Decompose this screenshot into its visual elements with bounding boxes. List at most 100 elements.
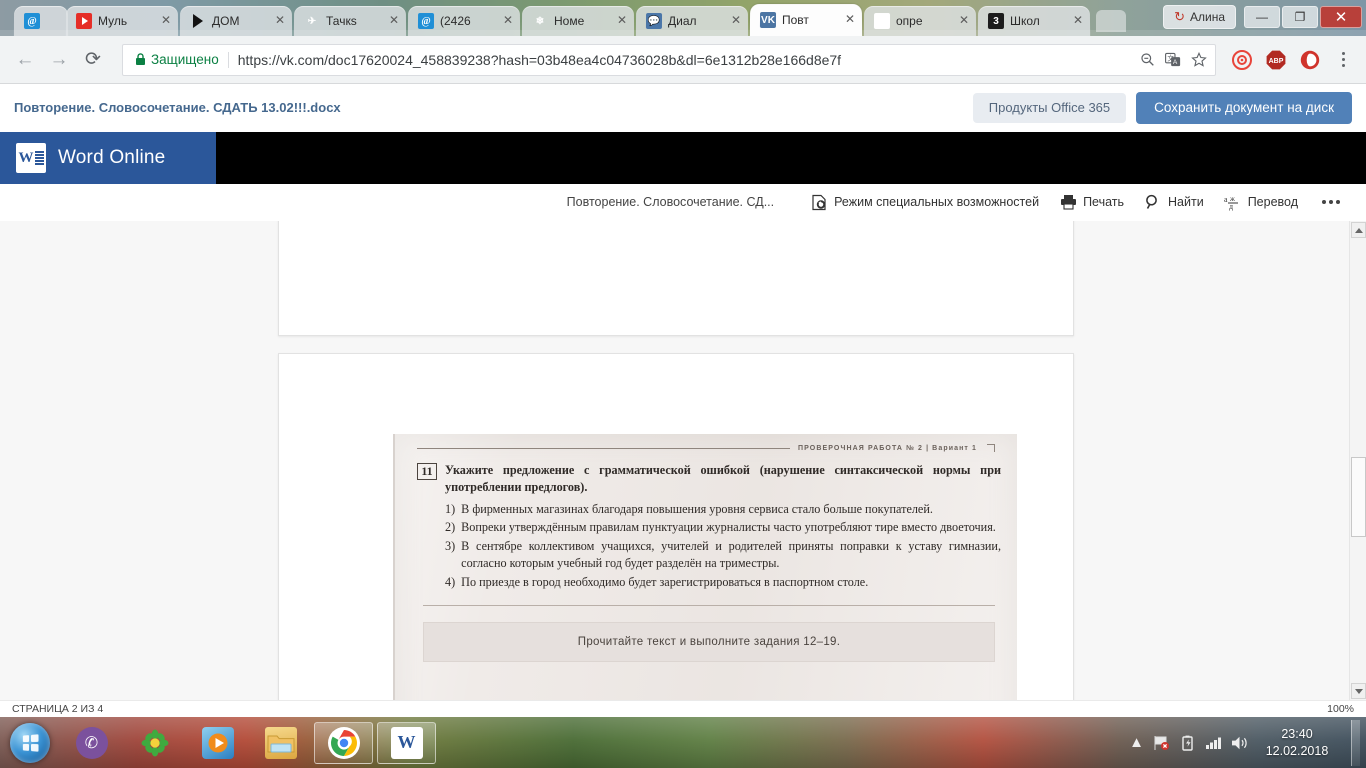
translate-button[interactable]: aжд Перевод [1214,187,1308,217]
accessibility-mode-button[interactable]: Режим специальных возможностей [800,187,1049,217]
tab-close-icon[interactable]: ✕ [614,13,630,29]
find-button[interactable]: Найти [1134,187,1214,217]
tab-item-6-active[interactable]: VK Повт ✕ [749,4,863,36]
back-icon[interactable]: ← [10,45,40,75]
scrollbar-thumb[interactable] [1351,457,1366,537]
option-text: По приезде в город необходимо будет заре… [461,574,869,589]
tab-title: (2426 [439,14,471,29]
network-flag-icon[interactable] [1153,735,1171,751]
minimize-button[interactable]: — [1244,6,1280,28]
tab-close-icon[interactable]: ✕ [500,13,516,29]
scroll-down-icon[interactable] [1351,683,1366,699]
omnibox-separator [227,51,229,68]
tab-item-2[interactable]: ✈ Тачкs ✕ [293,6,407,36]
tab-item-1[interactable]: ДОМ ✕ [179,6,293,36]
header-rule [417,447,790,449]
tab-strip: @ Муль ✕ ДОМ ✕ ✈ Тачкs ✕ @ (2426 ✕ ❄ Ном… [0,0,1366,36]
question-text: Укажите предложение с грамматической оши… [445,463,1001,495]
save-document-button[interactable]: Сохранить документ на диск [1136,91,1352,124]
worksheet-header-text: ПРОВЕРОЧНАЯ РАБОТА № 2 | Вариант 1 [797,444,977,452]
tab-close-icon[interactable]: ✕ [272,13,288,29]
scroll-up-icon[interactable] [1351,222,1366,238]
document-scrollbar[interactable] [1349,221,1366,700]
task-banner: Прочитайте текст и выполните задания 12–… [423,622,995,663]
tab-item-4[interactable]: ❄ Номе ✕ [521,6,635,36]
omnibox-actions: 文A [1132,52,1207,67]
bird-icon: ✈ [307,15,317,27]
tab-close-icon[interactable]: ✕ [386,13,402,29]
adblockplus-extension-icon[interactable]: ABP [1262,46,1290,74]
option-number: 4) [445,574,456,589]
translate-label: Перевод [1247,195,1298,209]
reload-icon[interactable]: ⟳ [78,45,108,75]
youtube-icon [75,13,93,30]
lock-icon [136,53,145,65]
zoom-out-icon[interactable] [1140,52,1155,67]
secure-label: Защищено [151,52,219,67]
chrome-browser-window: @ Муль ✕ ДОМ ✕ ✈ Тачкs ✕ @ (2426 ✕ ❄ Ном… [0,0,1366,768]
show-desktop-button[interactable] [1351,719,1360,766]
print-button[interactable]: Печать [1049,187,1134,217]
address-bar[interactable]: Защищено https://vk.com/doc17620024_4588… [122,43,1216,76]
worksheet-divider [423,605,995,607]
zoom-level[interactable]: 100% [1327,703,1354,715]
new-tab-button[interactable] [1096,10,1126,32]
tab-close-icon[interactable]: ✕ [728,13,744,29]
signal-icon[interactable] [1205,735,1222,750]
tab-item-7[interactable]: G опре ✕ [863,6,977,36]
taskbar-item-file-explorer[interactable] [249,721,312,765]
taskbar-item-google-chrome[interactable] [312,721,375,765]
tab-title: Тачкs [325,14,357,29]
chrome-menu-icon[interactable] [1330,52,1356,67]
forward-icon[interactable]: → [44,45,74,75]
close-button[interactable]: ✕ [1320,6,1362,28]
tab-close-icon[interactable]: ✕ [158,13,174,29]
url-text[interactable]: https://vk.com/doc17620024_458839238?has… [238,52,1132,68]
word-taskbar-icon: W [390,726,423,759]
sync-person-icon: ↻ [1174,9,1185,24]
scan-content: ПРОВЕРОЧНАЯ РАБОТА № 2 | Вариант 1 11 Ук… [417,444,1001,663]
opera-vpn-extension-icon[interactable] [1296,46,1324,74]
tab-close-icon[interactable]: ✕ [1070,13,1086,29]
office-365-products-button[interactable]: Продукты Office 365 [972,92,1127,123]
tab-title: Школ [1009,14,1040,29]
maximize-button[interactable]: ❐ [1282,6,1318,28]
word-online-title: Word Online [58,147,166,168]
word-logo-lines [34,151,44,165]
message-icon: 💬 [645,13,663,30]
taskbar-clock[interactable]: 23:40 12.02.2018 [1258,726,1336,760]
taskbar-item-microsoft-word[interactable]: W [375,721,438,765]
vk-document-name: Повторение. Словосочетание. СДАТЬ 13.02!… [14,100,341,115]
more-options-button[interactable] [1308,200,1350,204]
start-button[interactable] [4,720,56,766]
printer-icon [1059,193,1077,211]
tab-item-5[interactable]: 💬 Диал ✕ [635,6,749,36]
tab-close-icon[interactable]: ✕ [956,13,972,29]
scanned-worksheet-image: ПРОВЕРОЧНАЯ РАБОТА № 2 | Вариант 1 11 Ук… [393,434,1017,700]
taskbar-item-media-player[interactable] [186,721,249,765]
show-hidden-icons[interactable]: ▲ [1129,734,1144,751]
taskbar-item-icq[interactable] [123,721,186,765]
system-tray: ▲ 23:40 12.02.2018 [1129,719,1366,766]
taskbar-item-viber[interactable]: ✆ [60,721,123,765]
word-online-header: W Word Online [0,132,1366,184]
folder-icon [264,726,297,759]
answer-options-list: 1) В фирменных магазинах благодаря повыш… [417,501,1001,592]
tab-item-0[interactable]: Муль ✕ [65,6,179,36]
at-icon: @ [417,13,435,30]
battery-icon[interactable] [1180,735,1196,751]
media-player-icon [201,726,234,759]
translate-icon[interactable]: 文A [1165,52,1181,67]
word-online-brand[interactable]: W Word Online [0,132,216,184]
volume-icon[interactable] [1231,735,1249,751]
tab-title: Диал [667,14,697,29]
toolbar-document-name: Повторение. Словосочетание. СД... [566,195,775,209]
tab-close-icon[interactable]: ✕ [842,12,858,28]
play-icon [190,13,206,29]
tab-item-8[interactable]: 3 Школ ✕ [977,6,1091,36]
user-profile-chip[interactable]: ↻ Алина [1163,5,1236,29]
tab-item-3[interactable]: @ (2426 ✕ [407,6,521,36]
target-extension-icon[interactable] [1228,46,1256,74]
tab-pinned[interactable]: @ [13,6,69,36]
star-icon[interactable] [1191,52,1207,67]
